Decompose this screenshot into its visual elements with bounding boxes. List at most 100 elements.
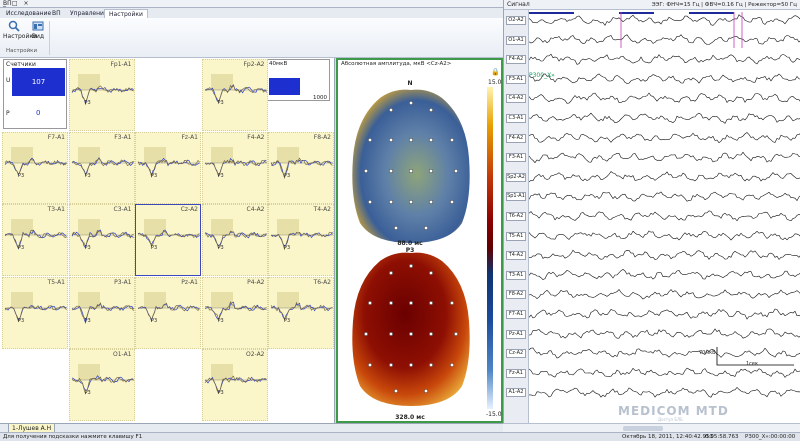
channel-label[interactable]: F3-A1 (506, 153, 526, 163)
signal-title: Сигнал (507, 1, 530, 8)
view-icon (32, 21, 44, 31)
electrode-marker (394, 226, 398, 230)
counter-r-value: 0 (36, 109, 41, 117)
ep-cell[interactable]: Cz-A2 P3 (135, 204, 201, 276)
stimulus-bar (619, 12, 654, 14)
tab-ep[interactable]: ВП (48, 9, 65, 18)
ep-cell[interactable]: T4-A2 P3 (268, 204, 334, 276)
ep-cell[interactable]: C4-A2 P3 (201, 204, 268, 276)
signal-header: Сигнал ЭЭГ: ФНЧ=15 Гц | ФВЧ=0.16 Гц | Ре… (504, 0, 800, 10)
ep-cell[interactable]: F8-A2 P3 (268, 131, 334, 204)
eeg-trace (529, 289, 800, 300)
ep-peak-label: P3 (217, 172, 224, 179)
electrode-marker (409, 169, 413, 173)
channel-label[interactable]: F4-A2 (506, 55, 526, 65)
ep-cell[interactable]: F4-A2 P3 (201, 131, 268, 204)
eeg-trace (529, 191, 800, 202)
ep-cell-label: O2-A2 (246, 351, 265, 358)
ep-peak-label: P3 (84, 100, 91, 106)
channel-label[interactable]: T5-A1 (506, 231, 526, 241)
channel-label[interactable]: F4-A2 (506, 133, 526, 143)
settings-button[interactable]: Настройки (3, 20, 37, 40)
electrode-marker (429, 169, 433, 173)
ep-waveform (204, 74, 267, 103)
ep-waveform (270, 291, 333, 321)
ep-cell[interactable]: Pz-A1 P3 (135, 276, 201, 349)
ep-cell-label: Cz-A2 (180, 206, 198, 213)
electrode-marker (409, 264, 413, 268)
electrode-marker (409, 138, 413, 142)
ep-cell[interactable]: T3-A1 P3 (2, 204, 68, 276)
ep-waveform (137, 291, 200, 322)
ep-cell[interactable]: P4-A2 P3 (201, 276, 268, 349)
ep-waveform (71, 74, 134, 106)
lock-icon[interactable]: 🔒 (491, 68, 500, 76)
scale-title: 40мкВ (269, 61, 288, 67)
electrode-marker (424, 226, 428, 230)
counter-panel: Счетчики U 107 P 0 (3, 59, 67, 129)
ep-cell[interactable]: C3-A1 P3 (68, 204, 135, 276)
channel-label[interactable]: O2-A2 (506, 16, 526, 25)
channel-label[interactable]: T6-A2 (506, 212, 526, 221)
signal-scrollbar[interactable] (503, 423, 800, 432)
tab-settings[interactable]: Настройки (104, 9, 148, 18)
scroll-thumb[interactable] (623, 426, 663, 431)
electrode-marker (389, 138, 393, 142)
eeg-trace (529, 73, 800, 84)
channel-label[interactable]: Pz-A1 (506, 329, 526, 339)
calibration-time: 1сек (746, 361, 759, 367)
eeg-traces[interactable] (529, 10, 800, 423)
ep-peak-label: P3 (217, 390, 224, 396)
electrode-marker (368, 363, 372, 367)
ep-cell-label: Fp1-A1 (110, 61, 132, 68)
channel-label[interactable]: Fz-A1 (506, 368, 526, 378)
event-marker[interactable]: P300_Х» (529, 72, 555, 79)
channel-label[interactable]: O1-A1 (506, 35, 526, 45)
channel-label[interactable]: F7-A1 (506, 310, 526, 319)
ep-cell-label: T5-A1 (47, 278, 65, 286)
eeg-trace (529, 151, 800, 164)
channel-label[interactable]: Sp2-A2 (506, 172, 526, 182)
ep-cell[interactable]: Fz-A1 P3 (135, 131, 201, 204)
electrode-marker (409, 200, 413, 204)
window-controls[interactable]: _ □ × (3, 0, 501, 8)
ep-peak-label: P3 (151, 172, 158, 179)
eeg-trace (529, 14, 800, 26)
ep-peak-label: P3 (84, 172, 91, 179)
electrode-marker (454, 332, 458, 336)
channel-label[interactable]: C3-A1 (506, 114, 526, 123)
ep-cell-label: C3-A1 (113, 206, 132, 213)
channel-label[interactable]: T3-A1 (506, 270, 526, 280)
channel-label[interactable]: C4-A2 (506, 94, 526, 104)
calibration-amplitude: 70мкВ (699, 350, 716, 356)
channel-label[interactable]: T4-A2 (506, 251, 526, 261)
settings-icon (8, 20, 20, 32)
ep-cell[interactable]: F7-A1 P3 (2, 131, 68, 204)
channel-label[interactable]: A1-A2 (506, 388, 526, 398)
electrode-marker (389, 301, 393, 305)
ep-peak-label: P3 (284, 317, 291, 324)
status-hint: Для получения подсказки нажмите клавишу … (3, 434, 143, 440)
channel-label[interactable]: Cz-A2 (506, 349, 526, 359)
view-button[interactable]: Вид (27, 20, 49, 40)
electrode-marker (454, 169, 458, 173)
channel-label[interactable]: Sp1-A1 (506, 192, 526, 202)
electrode-marker (450, 363, 454, 367)
head1-nose-label: N (407, 80, 413, 87)
ep-cell[interactable]: Fp2-A2 P3 (201, 59, 268, 131)
ep-cell[interactable]: Fp1-A1 P3 (68, 59, 135, 131)
channel-label[interactable]: F3-A1 (506, 74, 526, 84)
counter-u-label: U (6, 77, 11, 84)
ep-cell[interactable]: F3-A1 P3 (68, 131, 135, 204)
ep-peak-label: P3 (284, 245, 291, 251)
ep-cell-label: F8-A2 (313, 133, 331, 141)
eeg-trace (529, 210, 800, 222)
ep-cell[interactable]: T5-A1 P3 (2, 276, 68, 349)
ep-cell[interactable]: P3-A1 P3 (68, 276, 135, 349)
eeg-trace (529, 112, 800, 124)
ep-cell[interactable]: O1-A1 P3 (68, 349, 135, 421)
ep-waveform (71, 364, 134, 395)
channel-label[interactable]: F8-A2 (506, 290, 526, 300)
ep-cell[interactable]: T6-A2 P3 (268, 276, 334, 349)
ep-cell[interactable]: O2-A2 P3 (201, 349, 268, 421)
